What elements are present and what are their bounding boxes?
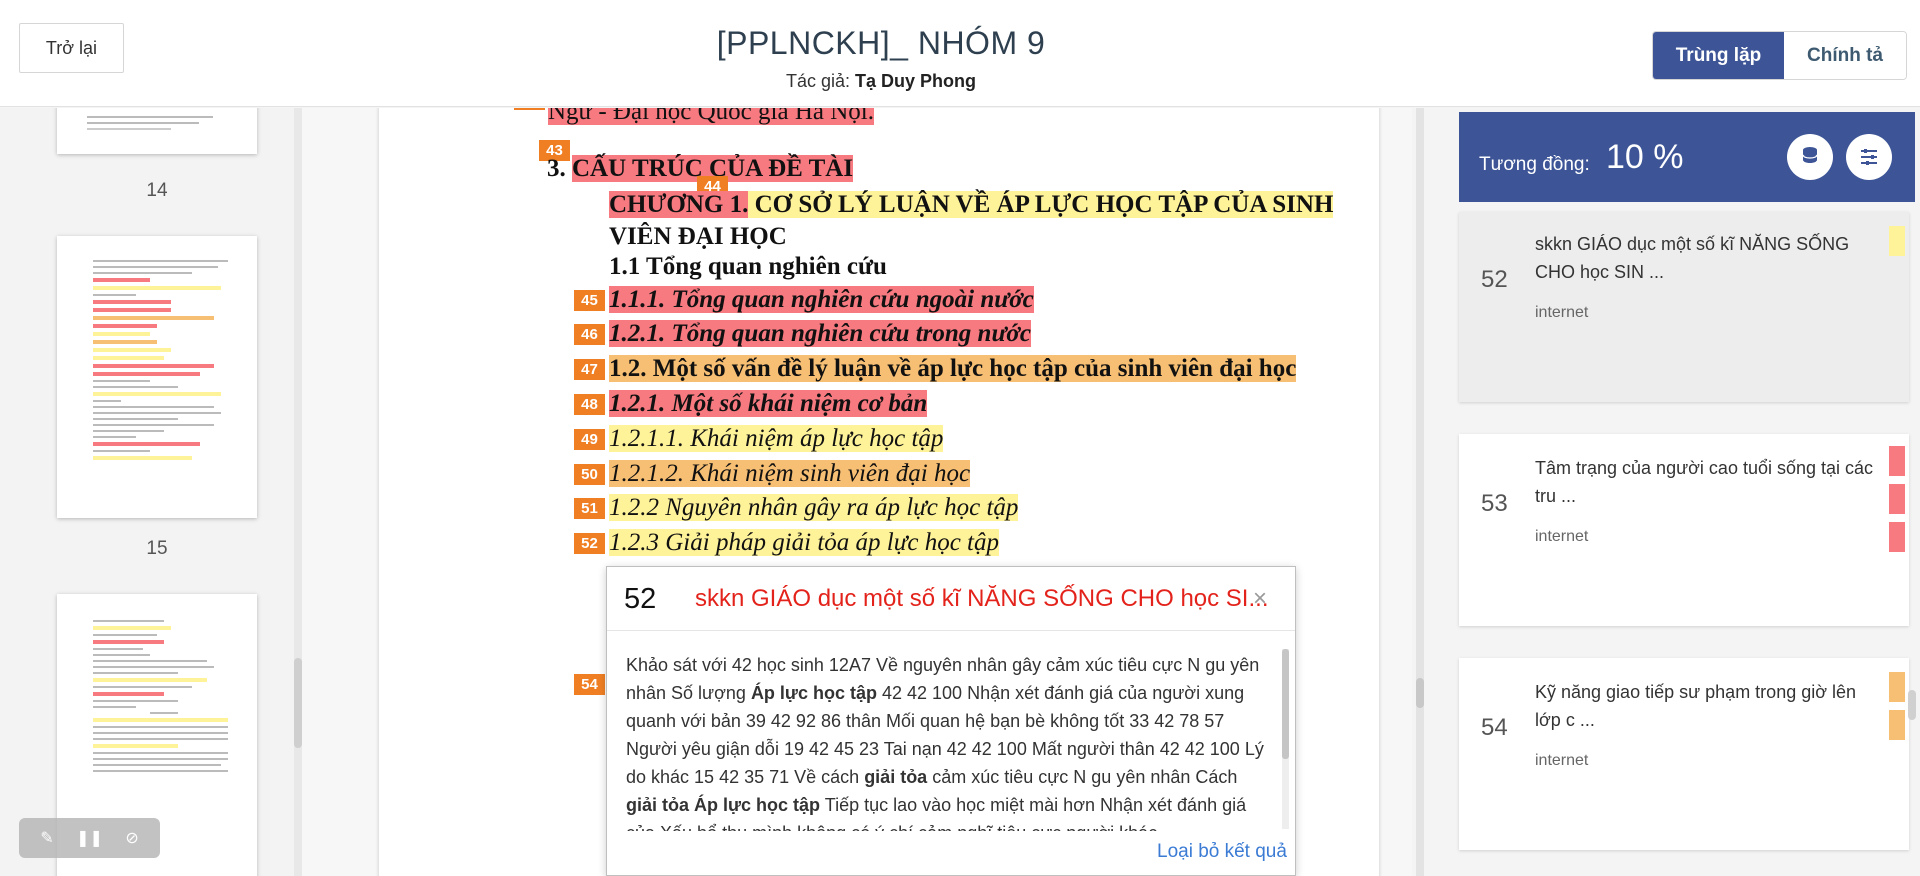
result-title: Tâm trạng của người cao tuổi sống tại cá… (1535, 458, 1874, 506)
floating-toolbar: ✎ ❚❚ ⊘ (19, 818, 160, 858)
result-number: 53 (1481, 490, 1508, 517)
document-line: 1.2. Một số vấn đề lý luận về áp lực học… (609, 355, 1297, 382)
document-line: Ngữ - Đại học Quốc gia Hà Nội. (548, 108, 874, 126)
result-source: internet (1535, 528, 1589, 545)
document-line: 1.2.1.1. Khái niệm áp lực học tập (609, 425, 944, 452)
result-number: 52 (1481, 266, 1508, 293)
results-panel: Tương đồng: 10 % 52 skkn GIÁO dục một số… (1430, 108, 1920, 876)
page-thumbnails: 14 15 (0, 108, 296, 876)
result-title: skkn GIÁO dục một số kĩ NĂNG SỐNG CHO họ… (1535, 234, 1850, 282)
hide-icon[interactable]: ⊘ (125, 828, 138, 848)
match-color-mark (1889, 484, 1905, 514)
popup-match-text: Khảo sát với 42 học sinh 12A7 Về nguyên … (626, 655, 1264, 831)
match-detail-popup: 52 skkn GIÁO dục một số kĩ NĂNG SỐNG CHO… (606, 566, 1296, 876)
match-tag[interactable] (514, 108, 545, 110)
match-tag[interactable]: 46 (574, 324, 605, 345)
match-tag[interactable]: 48 (574, 394, 605, 415)
match-color-mark (1889, 522, 1905, 552)
document-line: 1.2.3 Giải pháp giải tỏa áp lực học tập (609, 529, 1000, 556)
tab-spelling[interactable]: Chính tả (1784, 32, 1906, 79)
document-line: 1.1 Tổng quan nghiên cứu (609, 253, 887, 280)
match-tag[interactable]: 52 (574, 533, 605, 554)
popup-match-number: 52 (624, 583, 657, 615)
match-color-mark (1889, 710, 1905, 740)
result-source: internet (1535, 752, 1589, 769)
similarity-value: 10 % (1606, 138, 1684, 176)
result-source: internet (1535, 304, 1589, 321)
edit-icon[interactable]: ✎ (40, 828, 53, 848)
popup-source-title[interactable]: skkn GIÁO dục một số kĩ NĂNG SỐNG CHO họ… (695, 585, 1268, 613)
similarity-label: Tương đồng: (1479, 154, 1590, 175)
popup-header: 52 skkn GIÁO dục một số kĩ NĂNG SỐNG CHO… (607, 567, 1295, 631)
document-line: VIÊN ĐẠI HỌC (609, 223, 787, 250)
dismiss-result-link[interactable]: Loại bỏ kết quả (1157, 841, 1287, 863)
author-line: Tác giả: Tạ Duy Phong (0, 71, 1762, 92)
match-tag[interactable]: 51 (574, 498, 605, 519)
match-tag[interactable]: 45 (574, 290, 605, 311)
match-tag[interactable]: 47 (574, 359, 605, 380)
result-card[interactable]: 52 skkn GIÁO dục một số kĩ NĂNG SỐNG CHO… (1459, 212, 1909, 402)
document-line: CHƯƠNG 1. CƠ SỞ LÝ LUẬN VỀ ÁP LỰC HỌC TẬ… (609, 191, 1334, 218)
result-card[interactable]: 54 Kỹ năng giao tiếp sư phạm trong giờ l… (1459, 658, 1909, 850)
document-line: 1.1.1. Tổng quan nghiên cứu ngoài nước (609, 286, 1034, 313)
tab-duplicate[interactable]: Trùng lặp (1653, 32, 1784, 79)
result-title: Kỹ năng giao tiếp sư phạm trong giờ lên … (1535, 682, 1857, 730)
author-prefix: Tác giả: (785, 71, 850, 91)
document-line: 1.2.1.2. Khái niệm sinh viên đại học (609, 460, 971, 487)
document-title: [PPLNCKH]_ NHÓM 9 (716, 25, 1046, 61)
close-icon[interactable]: × (1253, 585, 1267, 613)
document-line: 1.2.1. Tổng quan nghiên cứu trong nước (609, 320, 1031, 347)
pause-icon[interactable]: ❚❚ (76, 828, 103, 848)
match-color-mark (1889, 672, 1905, 702)
viewer-scrollbar[interactable] (1416, 108, 1424, 876)
results-scrollbar[interactable] (1908, 690, 1916, 720)
author-name: Tạ Duy Phong (855, 71, 977, 91)
thumbnail-page-number: 14 (146, 180, 168, 201)
document-line: 1.2.2 Nguyên nhân gây ra áp lực học tập (609, 494, 1019, 521)
match-color-mark (1889, 226, 1905, 256)
top-header: Trở lại [PPLNCKH]_ NHÓM 9 Tác giả: Tạ Du… (0, 0, 1920, 107)
match-tag[interactable]: 49 (574, 429, 605, 450)
match-tag[interactable]: 50 (574, 464, 605, 485)
thumbnail-page-number: 15 (146, 538, 168, 559)
database-icon[interactable] (1787, 134, 1833, 180)
similarity-header: Tương đồng: 10 % (1459, 112, 1915, 202)
document-line: 1.2.1. Một số khái niệm cơ bản (609, 390, 928, 417)
match-tag[interactable]: 54 (574, 674, 605, 695)
mode-switch: Trùng lặp Chính tả (1652, 31, 1907, 80)
match-color-mark (1889, 446, 1905, 476)
result-number: 54 (1481, 714, 1508, 741)
result-card[interactable]: 53 Tâm trạng của người cao tuổi sống tại… (1459, 434, 1909, 626)
thumbnail-page-15[interactable] (57, 236, 257, 518)
popup-scrollbar[interactable] (1282, 649, 1289, 829)
thumbnail-scrollbar[interactable] (294, 108, 302, 876)
thumbnail-page-14[interactable] (57, 108, 257, 154)
sliders-icon[interactable] (1846, 134, 1892, 180)
